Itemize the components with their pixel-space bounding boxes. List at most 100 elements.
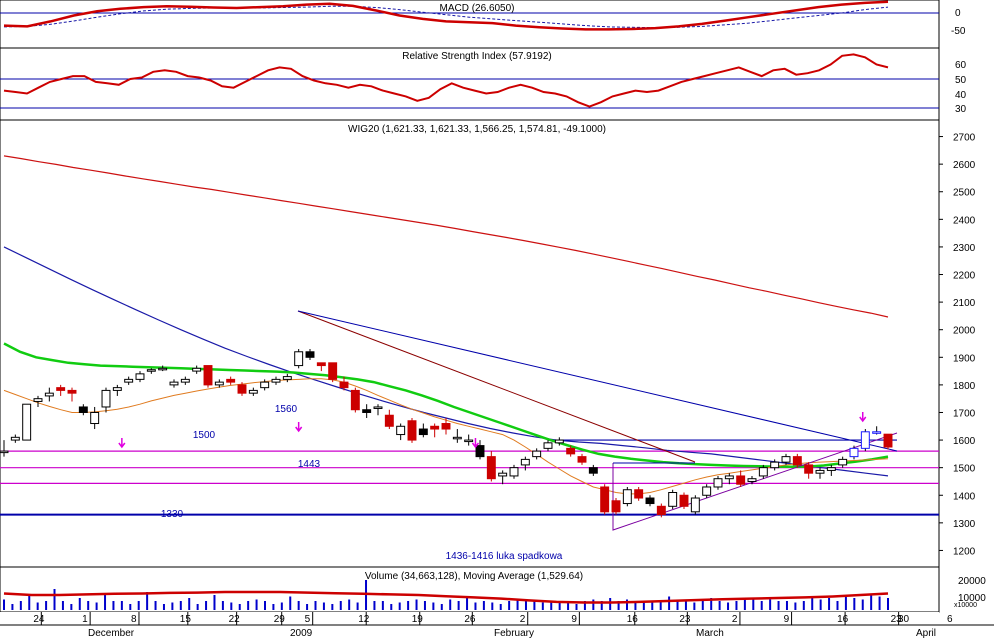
x-tick-label: 9 xyxy=(571,614,577,625)
x-tick-label: 24 xyxy=(33,614,45,625)
candle-up xyxy=(702,486,712,496)
price-y-tick-label: 1300 xyxy=(953,519,976,530)
candle-down xyxy=(645,497,655,505)
candle-down xyxy=(883,433,893,448)
candle-up xyxy=(248,389,258,394)
candle-down xyxy=(611,500,621,513)
candle-up xyxy=(758,467,768,477)
candle-up xyxy=(498,472,508,477)
candle-up xyxy=(169,381,179,386)
candle-down xyxy=(804,464,814,474)
candle-up xyxy=(192,367,202,372)
candle-up xyxy=(532,450,542,458)
rsi-y-tick-3: 30 xyxy=(955,104,967,115)
candle-up xyxy=(554,439,564,444)
price-y-tick-label: 1600 xyxy=(953,436,976,447)
x-tick-label: 26 xyxy=(464,614,476,625)
candle-down xyxy=(237,384,247,394)
x-tick-label: 5 xyxy=(305,614,311,625)
candle-up xyxy=(849,447,859,458)
x-tick-label: 8 xyxy=(131,614,137,625)
x-tick-label: 22 xyxy=(229,614,241,625)
candle-up xyxy=(214,381,224,386)
candle-down xyxy=(67,389,77,394)
candle-down xyxy=(407,420,417,441)
price-y-tick-label: 2500 xyxy=(953,188,976,199)
x-tick-label: 19 xyxy=(412,614,424,625)
candle-up xyxy=(10,436,20,441)
candle-up xyxy=(180,378,190,383)
price-y-tick-label: 1200 xyxy=(953,546,976,557)
candle-up xyxy=(158,367,168,371)
candle-up xyxy=(135,373,145,380)
candle-down xyxy=(634,489,644,499)
level-label-1443: 1443 xyxy=(298,459,321,470)
candle-down xyxy=(441,423,451,430)
price-title: WIG20 (1,621.33, 1,621.33, 1,566.25, 1,5… xyxy=(348,124,606,135)
candle-up xyxy=(22,403,32,441)
candle-up xyxy=(101,389,111,408)
candle-up xyxy=(112,387,122,391)
x-tick-label: 29 xyxy=(274,614,286,625)
price-y-tick-label: 1800 xyxy=(953,381,976,392)
x-tick-label: 1 xyxy=(82,614,88,625)
candle-down xyxy=(566,447,576,455)
rsi-title: Relative Strength Index (57.9192) xyxy=(402,51,552,62)
x-tick-label: 15 xyxy=(180,614,192,625)
candle-down xyxy=(418,428,428,436)
x-tick-label: 2 xyxy=(520,614,526,625)
stock-chart: MACD (26.6050) 0 -50 Relative Strength I… xyxy=(0,0,994,638)
macd-y-tick-1: -50 xyxy=(951,26,966,37)
macd-y-tick-0: 0 xyxy=(955,8,961,19)
month-2009: 2009 xyxy=(290,628,313,638)
x-tick-label: 16 xyxy=(627,614,639,625)
rsi-y-tick-1: 50 xyxy=(955,75,967,86)
price-y-tick-label: 1400 xyxy=(953,491,976,502)
chart-background xyxy=(0,0,994,638)
x-tick-label: 9 xyxy=(784,614,790,625)
candle-down xyxy=(339,381,349,389)
candle-up xyxy=(464,439,474,443)
candle-down xyxy=(203,365,213,386)
month-april: April xyxy=(916,628,936,638)
candle-down xyxy=(56,387,66,391)
candle-down xyxy=(350,389,360,411)
x-tick-outside-30: 30 xyxy=(898,614,910,625)
price-y-tick-label: 2200 xyxy=(953,271,976,282)
candle-up xyxy=(396,425,406,436)
candle-up xyxy=(282,376,292,380)
month-february: February xyxy=(494,628,534,638)
candle-up xyxy=(838,458,848,466)
candle-down xyxy=(316,362,326,367)
price-y-tick-label: 2300 xyxy=(953,243,976,254)
candle-up xyxy=(622,489,632,505)
x-tick-label: 16 xyxy=(837,614,849,625)
candle-down xyxy=(362,409,372,413)
rsi-y-tick-2: 40 xyxy=(955,90,967,101)
candle-down xyxy=(226,378,236,383)
level-label-1560: 1560 xyxy=(275,404,298,415)
month-december: December xyxy=(88,628,135,638)
price-y-tick-label: 2700 xyxy=(953,133,976,144)
candle-up xyxy=(271,378,281,383)
volume-y-tick-0: 20000 xyxy=(958,576,986,587)
macd-title: MACD (26.6050) xyxy=(439,3,514,14)
candle-up xyxy=(124,378,134,383)
candle-up xyxy=(860,431,870,449)
candle-down xyxy=(679,494,689,507)
candle-down xyxy=(475,445,485,458)
candle-up xyxy=(44,392,54,397)
candle-up xyxy=(33,398,43,402)
level-label-1500: 1500 xyxy=(193,430,216,441)
candle-up xyxy=(146,369,156,372)
candle-down xyxy=(305,351,315,358)
candle-up xyxy=(452,436,462,440)
candle-up xyxy=(509,467,519,477)
candle-down xyxy=(600,486,610,513)
candle-up xyxy=(90,411,100,425)
candle-up xyxy=(690,497,700,513)
price-y-tick-label: 2000 xyxy=(953,326,976,337)
candle-up xyxy=(294,351,304,367)
candle-down xyxy=(328,362,338,380)
gap-annotation: 1436-1416 luka spadkowa xyxy=(446,551,563,562)
